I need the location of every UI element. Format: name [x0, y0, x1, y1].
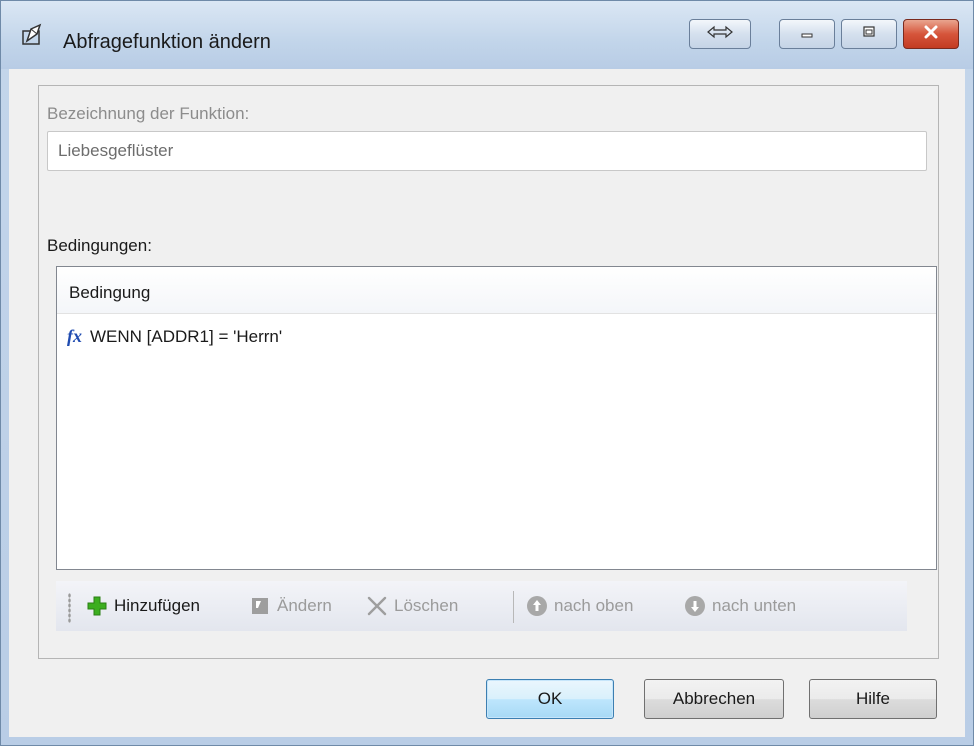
help-button[interactable]: Hilfe [809, 679, 937, 719]
toolbar-separator [513, 591, 514, 623]
edit-button-label: Ändern [277, 596, 332, 615]
add-button[interactable]: Hinzufügen [86, 591, 200, 621]
maximize-button[interactable] [841, 19, 897, 49]
move-down-button-label: nach unten [712, 596, 797, 615]
plus-icon [86, 595, 108, 617]
horizontal-resize-icon [706, 25, 734, 44]
conditions-label: Bedingungen: [47, 236, 152, 255]
window-title: Abfragefunktion ändern [63, 31, 271, 53]
conditions-toolbar: Hinzufügen Ändern Löschen nach oben nach… [56, 581, 907, 631]
settings-group: Bezeichnung der Funktion: Liebesgeflüste… [38, 85, 939, 659]
expand-button[interactable] [689, 19, 751, 49]
move-up-button[interactable]: nach oben [526, 591, 633, 621]
minimize-icon [799, 25, 815, 43]
minimize-button[interactable] [779, 19, 835, 49]
function-name-label: Bezeichnung der Funktion: [47, 104, 250, 123]
function-fx-icon: fx [67, 326, 82, 346]
edit-button[interactable]: Ändern [249, 591, 332, 621]
delete-button-label: Löschen [394, 596, 459, 615]
cancel-button[interactable]: Abbrechen [644, 679, 784, 719]
condition-text: WENN [ADDR1] = 'Herrn' [90, 327, 283, 346]
ok-button[interactable]: OK [486, 679, 614, 719]
close-icon [923, 25, 939, 44]
edit-form-icon [21, 23, 45, 47]
close-button[interactable] [903, 19, 959, 49]
maximize-icon [861, 25, 877, 44]
title-bar[interactable]: Abfragefunktion ändern [1, 1, 973, 69]
dialog-window: Abfragefunktion ändern Bezeichnung der F… [0, 0, 974, 746]
column-header-bedingung[interactable]: Bedingung [57, 267, 936, 314]
toolbar-grip[interactable] [68, 593, 71, 623]
move-down-button[interactable]: nach unten [684, 591, 796, 621]
delete-button[interactable]: Löschen [366, 591, 458, 621]
list-item[interactable]: fx WENN [ADDR1] = 'Herrn' [57, 314, 936, 354]
arrow-up-circle-icon [526, 595, 548, 617]
add-button-label: Hinzufügen [114, 596, 201, 615]
move-up-button-label: nach oben [554, 596, 634, 615]
arrow-down-circle-icon [684, 595, 706, 617]
delete-icon [366, 595, 388, 617]
conditions-list[interactable]: Bedingung fx WENN [ADDR1] = 'Herrn' [56, 266, 937, 570]
dialog-client-area: Bezeichnung der Funktion: Liebesgeflüste… [9, 69, 965, 737]
edit-icon [249, 595, 271, 617]
function-name-input[interactable]: Liebesgeflüster [47, 131, 927, 171]
